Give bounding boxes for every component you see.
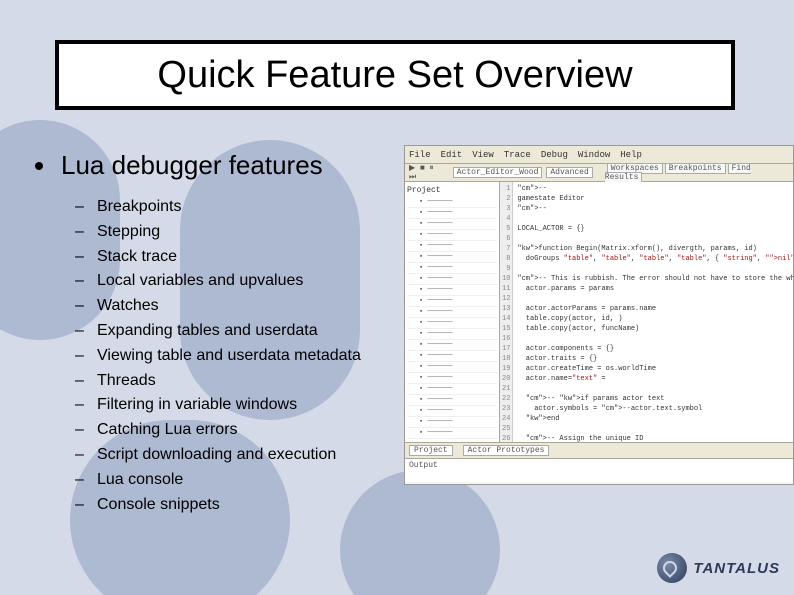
feature-item: Console snippets [97, 493, 485, 518]
tree-item: ▪ ────── [407, 252, 497, 263]
bullet-icon [35, 162, 43, 170]
project-tree: ▪ ──────▪ ──────▪ ──────▪ ──────▪ ──────… [407, 197, 497, 442]
ide-bottom-tabs: Project Actor Prototypes [405, 443, 793, 459]
toolbar-tab: Advanced [546, 167, 592, 178]
ide-screenshot: File Edit View Trace Debug Window Help ▶ ■ ⏸ ⏭… [404, 145, 794, 485]
panel-tab: Breakpoints [665, 163, 726, 174]
tree-item: ▪ ────── [407, 428, 497, 439]
tree-item: ▪ ────── [407, 417, 497, 428]
tree-item: ▪ ────── [407, 406, 497, 417]
tree-item: ▪ ────── [407, 362, 497, 373]
toolbar-icon: ▶ ■ ⏸ ⏭ [409, 163, 445, 182]
tree-item: ▪ ────── [407, 274, 497, 285]
slide: Quick Feature Set Overview Lua debugger … [0, 0, 794, 595]
menu-item: Window [578, 150, 610, 160]
ide-bottom-panel: Project Actor Prototypes Output [405, 442, 793, 482]
ide-right-tabs: WorkspacesBreakpointsFind Results [605, 164, 793, 182]
output-panel-header: Output [405, 459, 793, 472]
tree-item: ▪ ────── [407, 241, 497, 252]
tree-item: ▪ ────── [407, 395, 497, 406]
tree-item: ▪ ────── [407, 296, 497, 307]
menu-item: Edit [441, 150, 463, 160]
tree-item: ▪ ────── [407, 197, 497, 208]
ide-editor: 1 2 3 4 5 6 7 8 9 10 11 12 13 14 15 16 1… [500, 182, 793, 442]
tree-item: ▪ ────── [407, 263, 497, 274]
bottom-tab: Project [409, 445, 453, 456]
slide-title: Quick Feature Set Overview [157, 54, 632, 97]
project-panel-header: Project [407, 184, 497, 197]
tree-item: ▪ ────── [407, 307, 497, 318]
logo-text: TANTALUS [693, 560, 780, 577]
tree-item: ▪ ────── [407, 219, 497, 230]
toolbar-tabs: Actor_Editor_WoodAdvanced [453, 168, 597, 177]
menu-item: View [472, 150, 494, 160]
tree-item: ▪ ────── [407, 351, 497, 362]
tree-item: ▪ ────── [407, 285, 497, 296]
ide-body: Project ▪ ──────▪ ──────▪ ──────▪ ──────… [405, 182, 793, 442]
title-box: Quick Feature Set Overview [55, 40, 735, 110]
menu-item: Debug [541, 150, 568, 160]
tree-item: ▪ ────── [407, 373, 497, 384]
subtitle-text: Lua debugger features [61, 150, 323, 181]
editor-gutter: 1 2 3 4 5 6 7 8 9 10 11 12 13 14 15 16 1… [500, 182, 513, 442]
toolbar-tab: Actor_Editor_Wood [453, 167, 543, 178]
ide-toolbar: ▶ ■ ⏸ ⏭ Actor_Editor_WoodAdvanced Worksp… [405, 164, 793, 182]
tree-item: ▪ ────── [407, 340, 497, 351]
menu-item: Help [620, 150, 642, 160]
tree-item: ▪ ────── [407, 318, 497, 329]
tree-item: ▪ ────── [407, 208, 497, 219]
ide-project-panel: Project ▪ ──────▪ ──────▪ ──────▪ ──────… [405, 182, 500, 442]
menu-item: File [409, 150, 431, 160]
tree-item: ▪ ────── [407, 439, 497, 442]
logo-mark-icon [657, 553, 687, 583]
menu-item: Trace [504, 150, 531, 160]
tree-item: ▪ ────── [407, 329, 497, 340]
editor-code: "cm">-- gamestate Editor "cm">-- LOCAL_A… [513, 182, 793, 442]
tree-item: ▪ ────── [407, 230, 497, 241]
bottom-tab: Actor Prototypes [463, 445, 550, 456]
logo: TANTALUS [657, 553, 780, 583]
ide-menubar: File Edit View Trace Debug Window Help [405, 146, 793, 164]
tree-item: ▪ ────── [407, 384, 497, 395]
